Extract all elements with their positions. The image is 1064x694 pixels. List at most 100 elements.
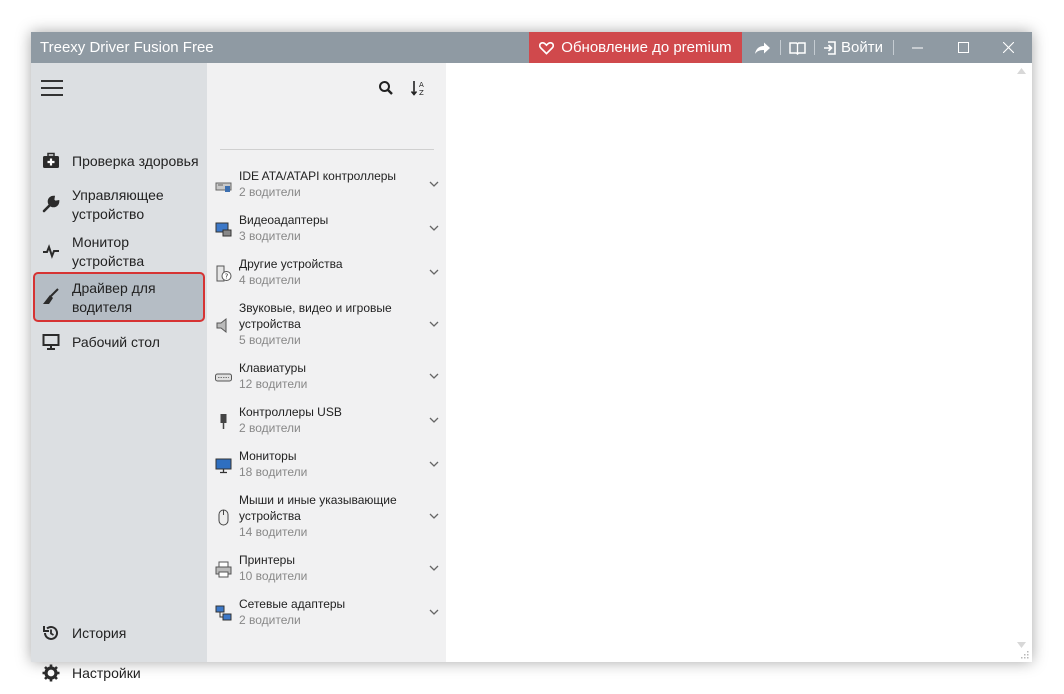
chevron-down-icon — [429, 609, 439, 615]
device-driver-count: 14 водители — [239, 525, 308, 539]
device-category-item[interactable]: Мыши и иные указывающие устройства 14 во… — [207, 492, 446, 544]
svg-text:A: A — [419, 81, 424, 89]
sidebar-item-label: Рабочий стол — [72, 334, 160, 350]
sidebar-item-label: Драйвер для водителя — [72, 280, 156, 315]
device-category-name: IDE ATA/ATAPI контроллеры — [239, 169, 397, 183]
device-category-item[interactable]: Видеоадаптеры 3 водители — [207, 212, 446, 248]
device-category-name: Клавиатуры — [239, 361, 306, 375]
scroll-up-arrow-icon[interactable] — [1017, 68, 1026, 74]
sidebar-item-history[interactable]: История — [31, 622, 207, 644]
device-category-name: Контроллеры USB — [239, 405, 342, 419]
broom-icon — [43, 288, 59, 304]
device-category-name: Принтеры — [239, 553, 295, 567]
chevron-down-icon — [429, 321, 439, 327]
chevron-down-icon — [429, 513, 439, 519]
keyboard-icon — [215, 373, 232, 382]
chevron-down-icon — [429, 225, 439, 231]
network-adapter-icon — [215, 605, 232, 621]
device-driver-count: 2 водители — [239, 185, 301, 199]
device-category-name: Другие устройства — [239, 257, 343, 271]
sidebar-item-desktop[interactable]: Рабочий стол — [31, 331, 207, 353]
close-icon — [1002, 42, 1014, 53]
sidebar-item-label: Управляющее устройство — [72, 187, 164, 222]
chevron-down-icon — [429, 181, 439, 187]
title-separator — [780, 40, 781, 55]
unknown-device-icon: ? — [216, 265, 232, 282]
upgrade-premium-button[interactable]: Обновление до premium — [529, 32, 742, 63]
share-button[interactable] — [749, 32, 775, 63]
sidebar-item-driver-updater[interactable]: Драйвер для водителя — [31, 278, 207, 318]
list-divider — [220, 149, 434, 150]
wrench-icon — [42, 195, 60, 213]
hamburger-menu-icon[interactable] — [41, 80, 63, 96]
ide-controller-icon — [215, 182, 232, 192]
sidebar-item-label: История — [72, 625, 127, 641]
login-label: Войти — [841, 39, 883, 56]
svg-text:?: ? — [225, 273, 229, 281]
open-book-icon — [788, 41, 806, 55]
device-category-name: Звуковые, видео и игровые устройства — [239, 301, 392, 331]
chevron-down-icon — [429, 373, 439, 379]
sidebar-item-health-check[interactable]: Проверка здоровья — [31, 150, 207, 172]
minimize-button[interactable] — [902, 32, 932, 63]
device-driver-count: 5 водители — [239, 333, 301, 347]
sidebar-item-label: Проверка здоровья — [72, 153, 199, 169]
chevron-down-icon — [429, 269, 439, 275]
device-category-item[interactable]: Клавиатуры 12 водители — [207, 360, 446, 396]
device-category-item[interactable]: Принтеры 10 водители — [207, 552, 446, 588]
device-driver-count: 2 водители — [239, 613, 301, 627]
maximize-icon — [957, 42, 969, 53]
monitor-icon — [215, 458, 232, 474]
pulse-icon — [43, 244, 59, 259]
resize-grip-icon[interactable] — [1020, 650, 1029, 659]
monitor-icon — [42, 334, 60, 350]
device-driver-count: 2 водители — [239, 421, 301, 435]
minimize-icon — [911, 47, 923, 49]
device-category-name: Мыши и иные указывающие устройства — [239, 493, 397, 523]
device-category-item[interactable]: Мониторы 18 водители — [207, 448, 446, 484]
search-icon[interactable] — [378, 80, 394, 96]
device-category-item[interactable]: Сетевые адаптеры 2 водители — [207, 596, 446, 632]
first-aid-kit-icon — [43, 152, 59, 168]
app-title: Treexy Driver Fusion Free — [40, 39, 214, 56]
device-category-item[interactable]: Звуковые, видео и игровые устройства 5 в… — [207, 300, 446, 352]
sort-az-icon[interactable]: A Z — [410, 79, 428, 97]
device-driver-count: 4 водители — [239, 273, 301, 287]
sidebar-item-device-monitor[interactable]: Монитор устройства — [31, 232, 207, 272]
device-category-item[interactable]: IDE ATA/ATAPI контроллеры 2 водители — [207, 168, 446, 204]
login-button[interactable]: Войти — [820, 32, 886, 63]
manual-button[interactable] — [784, 32, 810, 63]
history-icon — [43, 625, 58, 640]
upgrade-premium-label: Обновление до premium — [561, 39, 732, 56]
printer-icon — [215, 561, 232, 578]
device-list-panel: A Z IDE ATA/ATAPI контроллеры 2 водители… — [207, 63, 446, 662]
svg-text:Z: Z — [419, 89, 424, 97]
chevron-down-icon — [429, 417, 439, 423]
sidebar-item-settings[interactable]: Настройки — [31, 662, 207, 684]
sidebar-item-device-manager[interactable]: Управляющее устройство — [31, 185, 207, 225]
device-category-item[interactable]: Контроллеры USB 2 водители — [207, 404, 446, 440]
device-driver-count: 3 водители — [239, 229, 301, 243]
device-driver-count: 10 водители — [239, 569, 308, 583]
title-separator — [893, 40, 894, 55]
device-category-name: Видеоадаптеры — [239, 213, 329, 227]
close-button[interactable] — [993, 32, 1023, 63]
display-adapter-icon — [215, 222, 232, 237]
sign-in-icon — [824, 40, 836, 55]
device-driver-count: 18 водители — [239, 465, 308, 479]
speaker-icon — [216, 317, 227, 334]
chevron-down-icon — [429, 565, 439, 571]
chevron-down-icon — [429, 461, 439, 467]
main-content — [446, 63, 1032, 662]
heart-icon — [539, 41, 555, 55]
sidebar-item-label: Настройки — [72, 665, 141, 681]
device-category-name: Мониторы — [239, 449, 297, 463]
title-separator — [814, 40, 815, 55]
sidebar: Проверка здоровья Управляющее устройство… — [31, 63, 207, 682]
gear-icon — [42, 664, 60, 682]
maximize-button[interactable] — [948, 32, 978, 63]
device-category-item[interactable]: ? Другие устройства 4 водители — [207, 256, 446, 292]
scroll-down-arrow-icon[interactable] — [1017, 642, 1026, 648]
app-window: Treexy Driver Fusion Free Обновление до … — [31, 32, 1032, 682]
title-bar: Treexy Driver Fusion Free Обновление до … — [31, 32, 1032, 63]
